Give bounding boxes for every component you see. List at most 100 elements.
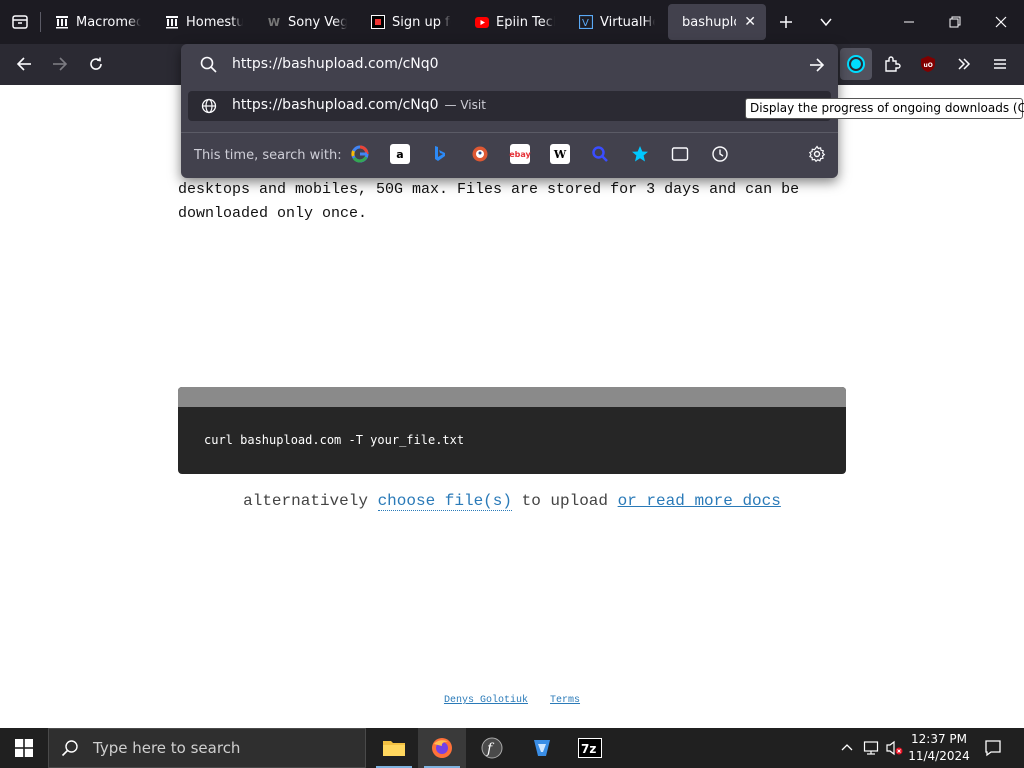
network-icon xyxy=(863,741,879,755)
start-button[interactable] xyxy=(0,728,48,768)
close-tab-icon[interactable]: ✕ xyxy=(744,14,756,30)
flash-icon: f xyxy=(481,737,503,759)
tab-bar: Macromed Homestuck W Sony Vegas Sign up … xyxy=(0,0,1024,44)
url-input[interactable]: https://bashupload.com/cNq0 xyxy=(232,56,439,72)
overflow-menu-button[interactable] xyxy=(948,48,980,80)
tab-macromedia[interactable]: Macromed xyxy=(41,4,151,40)
restore-button[interactable] xyxy=(932,0,978,44)
tab-sign-up[interactable]: Sign up for xyxy=(357,4,461,40)
close-window-button[interactable] xyxy=(978,0,1024,44)
network-tray-button[interactable] xyxy=(860,728,882,768)
taskbar-7zip[interactable]: 7z xyxy=(566,728,614,768)
go-arrow-icon[interactable] xyxy=(809,57,825,73)
globe-icon xyxy=(201,98,217,114)
reload-button[interactable] xyxy=(80,48,112,80)
svg-text:7z: 7z xyxy=(581,742,596,756)
7zip-icon: 7z xyxy=(578,738,602,758)
wikipedia-icon[interactable]: W xyxy=(550,144,570,164)
terms-link[interactable]: Terms xyxy=(550,695,580,706)
url-bar[interactable]: https://bashupload.com/cNq0 xyxy=(181,44,838,85)
url-suggestion-row[interactable]: https://bashupload.com/cNq0 — Visit xyxy=(188,91,831,121)
speaker-muted-icon xyxy=(886,740,903,756)
tab-bashupload[interactable]: bashupload ✕ xyxy=(668,4,766,40)
tab-list-button[interactable] xyxy=(0,0,40,44)
notification-icon xyxy=(985,740,1001,757)
choose-files-link[interactable]: choose file(s) xyxy=(377,492,512,511)
tab-list-icon xyxy=(12,15,28,29)
show-hidden-icons-button[interactable] xyxy=(838,728,856,768)
alt-mid: to upload xyxy=(521,492,609,510)
command-box: curl bashupload.com -T your_file.txt xyxy=(178,387,846,474)
svg-text:V: V xyxy=(582,18,589,29)
taskbar-flash[interactable]: f xyxy=(468,728,516,768)
forward-button[interactable] xyxy=(44,48,76,80)
arrow-left-icon xyxy=(16,57,31,71)
search-with-label: This time, search with: xyxy=(194,148,342,163)
tab-virtualhere[interactable]: V VirtualHere xyxy=(565,4,665,40)
download-progress-icon xyxy=(847,55,865,73)
tab-sony-vegas[interactable]: W Sony Vegas xyxy=(253,4,357,40)
history-clock-icon[interactable] xyxy=(710,144,730,164)
search-icon xyxy=(200,56,217,73)
reload-icon xyxy=(90,57,102,70)
search-with-bar: This time, search with: a ebay W xyxy=(181,132,838,178)
tab-title: Epiin Tech xyxy=(496,14,555,30)
tab-epiin-tech[interactable]: Epiin Tech xyxy=(461,4,565,40)
search-engine-icon[interactable] xyxy=(590,144,610,164)
tabs-icon[interactable] xyxy=(670,144,690,164)
ebay-icon[interactable]: ebay xyxy=(509,144,531,164)
taskbar-search-box[interactable]: Type here to search xyxy=(48,728,366,768)
double-chevron-right-icon xyxy=(958,58,971,70)
virtualhere-app-icon xyxy=(534,740,550,756)
url-bar-panel: https://bashupload.com/cNq0 https://bash… xyxy=(181,44,838,178)
firefox-icon xyxy=(432,738,452,758)
author-link[interactable]: Denys Golotiuk xyxy=(444,695,528,706)
read-docs-link[interactable]: or read more docs xyxy=(618,492,781,510)
downloads-button[interactable] xyxy=(840,48,872,80)
suggestion-text: https://bashupload.com/cNq0 — Visit xyxy=(232,97,486,113)
search-icon xyxy=(61,740,78,757)
taskbar-clock[interactable]: 12:37 PM 11/4/2024 xyxy=(906,731,972,765)
extensions-button[interactable] xyxy=(876,48,908,80)
close-icon xyxy=(995,16,1007,28)
suggestion-url: https://bashupload.com/cNq0 xyxy=(232,97,439,113)
new-tab-button[interactable] xyxy=(764,0,808,44)
windows-logo-icon xyxy=(15,739,33,757)
chevron-up-icon xyxy=(841,744,853,751)
taskbar-search-placeholder: Type here to search xyxy=(93,739,241,757)
ublock-origin-icon: uO xyxy=(921,56,935,72)
bing-icon[interactable] xyxy=(430,144,450,164)
page-footer: Denys Golotiuk Terms xyxy=(0,695,1024,706)
google-icon[interactable] xyxy=(350,144,370,164)
alternative-upload-line: alternatively choose file(s) to upload o… xyxy=(0,492,1024,511)
volume-tray-button[interactable] xyxy=(884,728,906,768)
downloads-tooltip: Display the progress of ongoing download… xyxy=(745,98,1024,119)
arrow-right-icon xyxy=(53,57,68,71)
notifications-button[interactable] xyxy=(976,728,1010,768)
taskbar-firefox[interactable] xyxy=(418,728,466,768)
minimize-icon xyxy=(904,21,914,23)
description-line: downloaded only once. xyxy=(178,205,368,222)
taskbar-virtualhere[interactable] xyxy=(518,728,566,768)
bookmarks-star-icon[interactable] xyxy=(630,144,650,164)
amazon-icon[interactable]: a xyxy=(390,144,410,164)
ublock-button[interactable]: uO xyxy=(912,48,944,80)
svg-text:uO: uO xyxy=(924,62,933,69)
curl-command[interactable]: curl bashupload.com -T your_file.txt xyxy=(204,433,464,447)
taskbar-file-explorer[interactable] xyxy=(370,728,418,768)
tab-title: Sony Vegas xyxy=(288,14,347,30)
app-menu-button[interactable] xyxy=(984,48,1016,80)
windows-taskbar: Type here to search f 7z 12:37 PM 11/4/2… xyxy=(0,728,1024,768)
minimize-button[interactable] xyxy=(886,0,932,44)
command-box-header xyxy=(178,387,846,407)
back-button[interactable] xyxy=(8,48,40,80)
gear-icon[interactable] xyxy=(807,144,827,164)
list-all-tabs-button[interactable] xyxy=(804,0,848,44)
square-logo-icon xyxy=(371,15,385,29)
duckduckgo-icon[interactable] xyxy=(470,144,490,164)
archive-icon xyxy=(55,15,69,29)
hamburger-icon xyxy=(994,59,1006,69)
tab-homestuck[interactable]: Homestuck xyxy=(151,4,253,40)
restore-icon xyxy=(949,16,961,28)
plus-icon xyxy=(780,16,792,28)
